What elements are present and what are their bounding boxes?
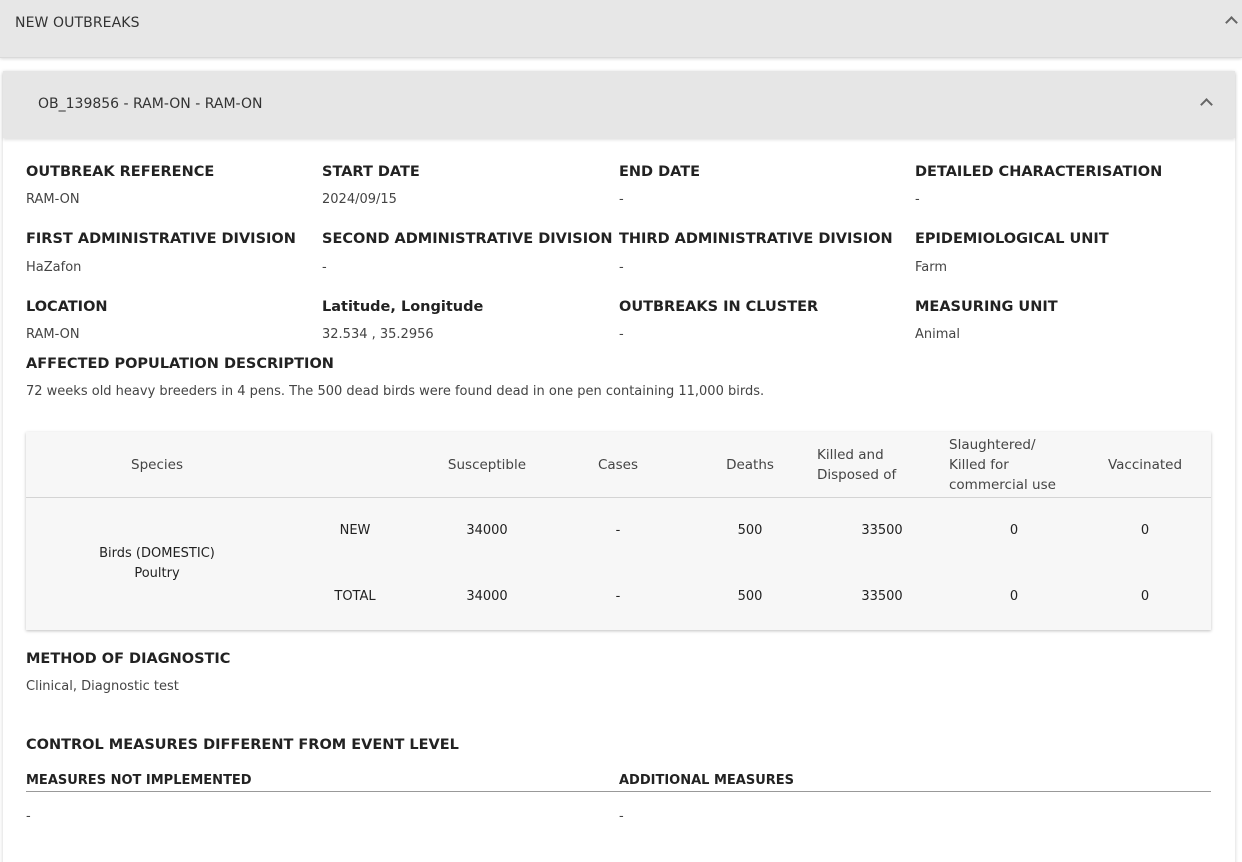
method-of-diagnostic-label: METHOD OF DIAGNOSTIC	[26, 651, 231, 667]
outbreak-reference-value: RAM-ON	[26, 192, 80, 207]
third-admin-division-value: -	[619, 260, 624, 275]
chevron-up-icon[interactable]	[1225, 16, 1238, 29]
th-killed-line: Disposed of	[817, 467, 897, 483]
new-outbreaks-panel-header[interactable]: NEW OUTBREAKS	[0, 0, 1242, 58]
table-header-divider	[26, 497, 1211, 498]
epidemiological-unit-value: Farm	[915, 260, 948, 275]
third-admin-division-label: THIRD ADMINISTRATIVE DIVISION	[619, 231, 893, 247]
outbreak-title: OB_139856 - RAM-ON - RAM-ON	[38, 96, 263, 112]
second-admin-division-value: -	[322, 260, 327, 275]
row-total-cases: -	[615, 589, 621, 604]
row-new-slaughtered: 0	[1009, 523, 1019, 538]
row-total-susceptible: 34000	[466, 589, 508, 604]
row-total-slaughtered: 0	[1009, 589, 1019, 604]
row-new-deaths: 500	[737, 523, 763, 538]
first-admin-division-label: FIRST ADMINISTRATIVE DIVISION	[26, 231, 296, 247]
location-label: LOCATION	[26, 299, 108, 315]
measures-not-implemented-label: MEASURES NOT IMPLEMENTED	[26, 773, 252, 788]
start-date-label: START DATE	[322, 164, 420, 180]
row-total-vaccinated: 0	[1140, 589, 1150, 604]
outbreak-reference-label: OUTBREAK REFERENCE	[26, 164, 215, 180]
control-measures-title: CONTROL MEASURES DIFFERENT FROM EVENT LE…	[26, 737, 459, 753]
start-date-value: 2024/09/15	[322, 192, 397, 207]
control-measures-divider	[26, 791, 1211, 792]
end-date-value: -	[619, 192, 624, 207]
th-cases: Cases	[597, 457, 639, 473]
th-slaughtered: Slaughtered/ Killed for commercial use	[949, 435, 1079, 495]
species-category: Poultry	[134, 566, 180, 581]
measuring-unit-value: Animal	[915, 327, 960, 342]
lat-long-label: Latitude, Longitude	[322, 299, 484, 315]
row-total-killed: 33500	[861, 589, 903, 604]
panel-title: NEW OUTBREAKS	[15, 15, 140, 31]
method-of-diagnostic-value: Clinical, Diagnostic test	[26, 679, 179, 694]
outbreaks-in-cluster-label: OUTBREAKS IN CLUSTER	[619, 299, 819, 315]
th-susceptible: Susceptible	[447, 457, 527, 473]
location-value: RAM-ON	[26, 327, 80, 342]
th-slaughtered-line: Killed for	[949, 457, 1009, 473]
row-new-cases: -	[615, 523, 621, 538]
additional-measures-value: -	[619, 809, 624, 824]
row-new-type: NEW	[339, 523, 371, 538]
additional-measures-label: ADDITIONAL MEASURES	[619, 773, 795, 788]
species-name: Birds (DOMESTIC)	[99, 546, 215, 561]
second-admin-division-label: SECOND ADMINISTRATIVE DIVISION	[322, 231, 613, 247]
measures-not-implemented-value: -	[26, 809, 31, 824]
affected-population-value: 72 weeks old heavy breeders in 4 pens. T…	[26, 384, 765, 399]
row-total-deaths: 500	[737, 589, 763, 604]
th-killed-disposed: Killed and Disposed of	[817, 445, 942, 485]
end-date-label: END DATE	[619, 164, 701, 180]
th-species: Species	[131, 457, 183, 473]
row-new-vaccinated: 0	[1140, 523, 1150, 538]
th-killed-line: Killed and	[817, 447, 884, 463]
species-cell: Birds (DOMESTIC) Poultry	[92, 544, 222, 584]
detailed-characterisation-label: DETAILED CHARACTERISATION	[915, 164, 1163, 180]
th-vaccinated: Vaccinated	[1107, 457, 1183, 473]
row-new-killed: 33500	[861, 523, 903, 538]
first-admin-division-value: HaZafon	[26, 260, 82, 275]
th-deaths: Deaths	[726, 457, 774, 473]
th-slaughtered-line: Slaughtered/	[949, 437, 1036, 453]
row-total-type: TOTAL	[334, 589, 376, 604]
outbreaks-in-cluster-value: -	[619, 327, 624, 342]
epidemiological-unit-label: EPIDEMIOLOGICAL UNIT	[915, 231, 1109, 247]
th-slaughtered-line: commercial use	[949, 477, 1056, 493]
row-new-susceptible: 34000	[466, 523, 508, 538]
affected-population-label: AFFECTED POPULATION DESCRIPTION	[26, 356, 334, 372]
detailed-characterisation-value: -	[915, 192, 920, 207]
measuring-unit-label: MEASURING UNIT	[915, 299, 1058, 315]
lat-long-value: 32.534 , 35.2956	[322, 327, 434, 342]
